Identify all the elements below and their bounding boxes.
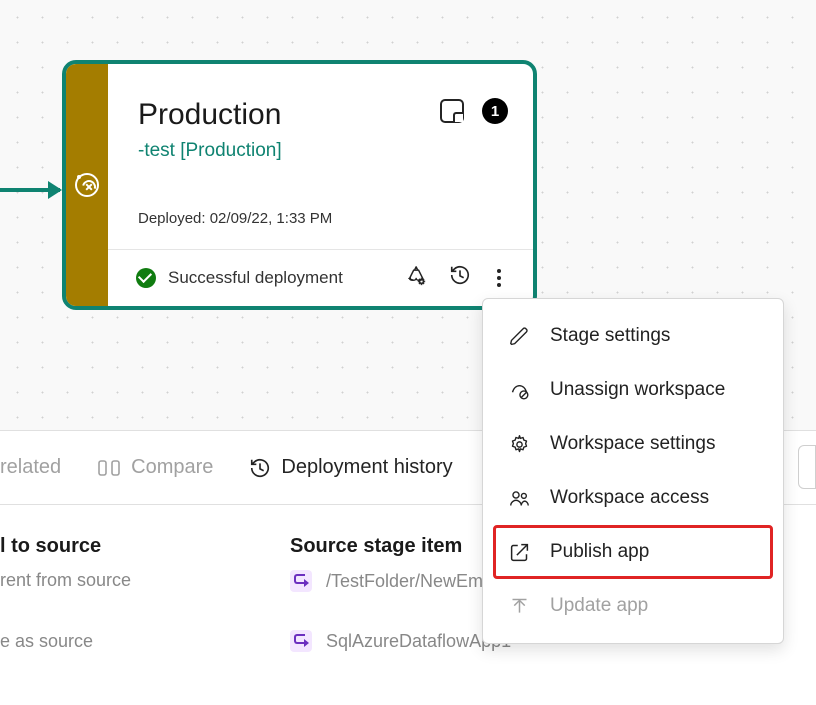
stage-context-menu: Stage settings Unassign workspace Worksp… [482, 298, 784, 644]
dataflow-icon [290, 630, 312, 652]
pencil-icon [508, 326, 530, 347]
note-icon[interactable] [440, 99, 464, 123]
menu-workspace-access[interactable]: Workspace access [493, 471, 773, 525]
menu-unassign-workspace[interactable]: Unassign workspace [493, 363, 773, 417]
history-icon [249, 457, 271, 479]
people-icon [508, 488, 530, 509]
compare-icon [97, 458, 121, 478]
deployment-rules-icon[interactable] [405, 264, 427, 291]
menu-label: Stage settings [550, 325, 670, 347]
menu-stage-settings[interactable]: Stage settings [493, 309, 773, 363]
deployed-timestamp: Deployed: 02/09/22, 1:33 PM [138, 210, 503, 227]
menu-label: Workspace access [550, 487, 709, 509]
upload-icon [508, 596, 530, 617]
success-check-icon [136, 268, 156, 288]
toolbar-right-button[interactable] [798, 445, 816, 489]
menu-label: Update app [550, 595, 648, 617]
menu-label: Unassign workspace [550, 379, 725, 401]
menu-workspace-settings[interactable]: Workspace settings [493, 417, 773, 471]
toolbar-label: Deployment history [281, 456, 452, 479]
menu-label: Workspace settings [550, 433, 715, 455]
row-value: rent from source [0, 570, 250, 591]
items-count-badge[interactable]: 1 [482, 98, 508, 124]
gear-icon [508, 434, 530, 455]
pipeline-arrow-icon [0, 188, 60, 192]
workspace-label[interactable]: -test [Production] [138, 140, 503, 162]
list-item[interactable]: /TestFolder/NewEmailL [290, 570, 511, 592]
toolbar-label: Compare [131, 456, 213, 479]
column-header-source-rel: l to source [0, 535, 250, 558]
unassign-icon [508, 380, 530, 401]
menu-label: Publish app [550, 541, 649, 563]
card-accent-bar [66, 64, 108, 306]
toolbar-related: related [0, 456, 61, 479]
more-actions-button[interactable] [493, 269, 505, 287]
status-text: Successful deployment [168, 268, 343, 288]
toolbar-compare: Compare [97, 456, 213, 479]
dataflow-icon [290, 570, 312, 592]
toolbar-label: related [0, 456, 61, 479]
row-value: e as source [0, 631, 250, 652]
external-link-icon [508, 542, 530, 563]
menu-update-app: Update app [493, 579, 773, 633]
toolbar-deployment-history[interactable]: Deployment history [249, 456, 452, 479]
list-item[interactable]: SqlAzureDataflowApp1 [290, 630, 511, 652]
transform-icon [75, 173, 99, 197]
card-footer: Successful deployment [108, 249, 533, 303]
menu-publish-app[interactable]: Publish app [493, 525, 773, 579]
deployment-status: Successful deployment [136, 268, 405, 288]
column-header-source-item: Source stage item [290, 535, 511, 558]
history-icon[interactable] [449, 264, 471, 291]
